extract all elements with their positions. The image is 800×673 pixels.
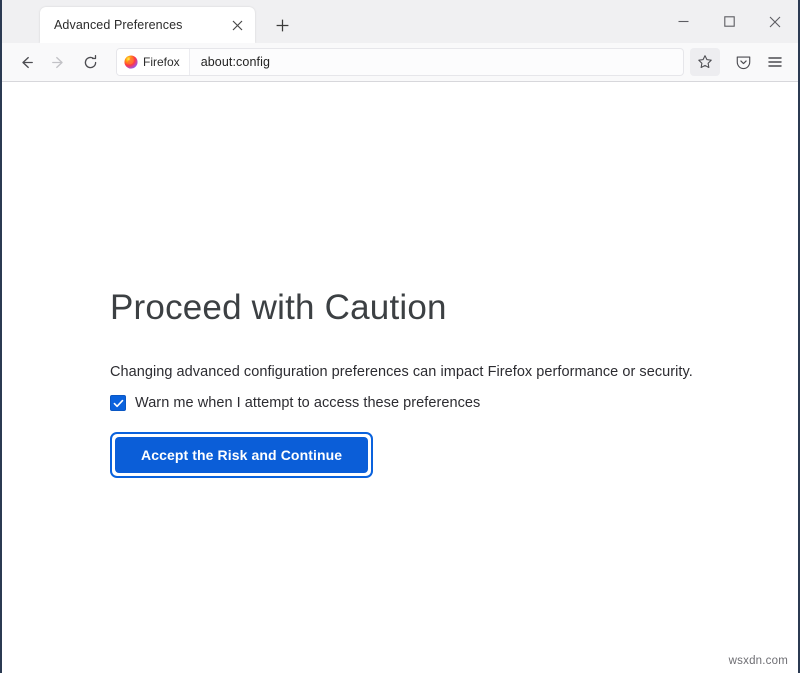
bookmark-star-button[interactable]	[690, 48, 720, 76]
warn-checkbox-label[interactable]: Warn me when I attempt to access these p…	[135, 395, 480, 411]
minimize-button[interactable]	[660, 0, 706, 43]
back-button[interactable]	[10, 47, 42, 77]
hamburger-menu-icon	[767, 54, 783, 70]
page-content: Proceed with Caution Changing advanced c…	[2, 82, 798, 673]
warn-checkbox[interactable]	[110, 395, 126, 411]
tab-list: Advanced Preferences	[2, 0, 255, 43]
pocket-icon	[735, 54, 752, 71]
forward-button[interactable]	[42, 47, 74, 77]
about-config-warning: Proceed with Caution Changing advanced c…	[110, 287, 710, 478]
checkmark-icon	[113, 398, 124, 409]
app-menu-button[interactable]	[760, 48, 790, 76]
accept-risk-button[interactable]: Accept the Risk and Continue	[115, 437, 368, 473]
address-bar[interactable]: Firefox about:config	[116, 48, 684, 76]
tab-advanced-preferences[interactable]: Advanced Preferences	[40, 7, 255, 43]
close-window-button[interactable]	[752, 0, 798, 43]
close-icon	[769, 16, 781, 28]
navigation-toolbar: Firefox about:config	[2, 43, 798, 82]
new-tab-button[interactable]	[267, 10, 297, 40]
tab-title: Advanced Preferences	[54, 18, 227, 32]
arrow-left-icon	[18, 54, 35, 71]
close-icon[interactable]	[227, 15, 247, 35]
firefox-logo-icon	[124, 55, 138, 69]
warn-checkbox-row[interactable]: Warn me when I attempt to access these p…	[110, 395, 710, 411]
browser-window: Advanced Preferences	[0, 0, 800, 673]
page-title: Proceed with Caution	[110, 287, 710, 329]
identity-label: Firefox	[143, 55, 180, 69]
maximize-icon	[724, 16, 735, 27]
reload-button[interactable]	[74, 47, 106, 77]
warning-description: Changing advanced configuration preferen…	[110, 364, 710, 380]
plus-icon	[276, 19, 289, 32]
window-controls	[660, 0, 798, 43]
tab-strip: Advanced Preferences	[2, 0, 798, 43]
save-to-pocket-button[interactable]	[728, 48, 758, 76]
reload-icon	[82, 54, 99, 71]
arrow-right-icon	[50, 54, 67, 71]
maximize-button[interactable]	[706, 0, 752, 43]
url-text[interactable]: about:config	[190, 55, 270, 69]
star-icon	[697, 54, 713, 70]
watermark: wsxdn.com	[729, 655, 788, 667]
identity-box[interactable]: Firefox	[117, 49, 190, 75]
accept-button-focus-ring: Accept the Risk and Continue	[110, 432, 373, 478]
minimize-icon	[678, 16, 689, 27]
